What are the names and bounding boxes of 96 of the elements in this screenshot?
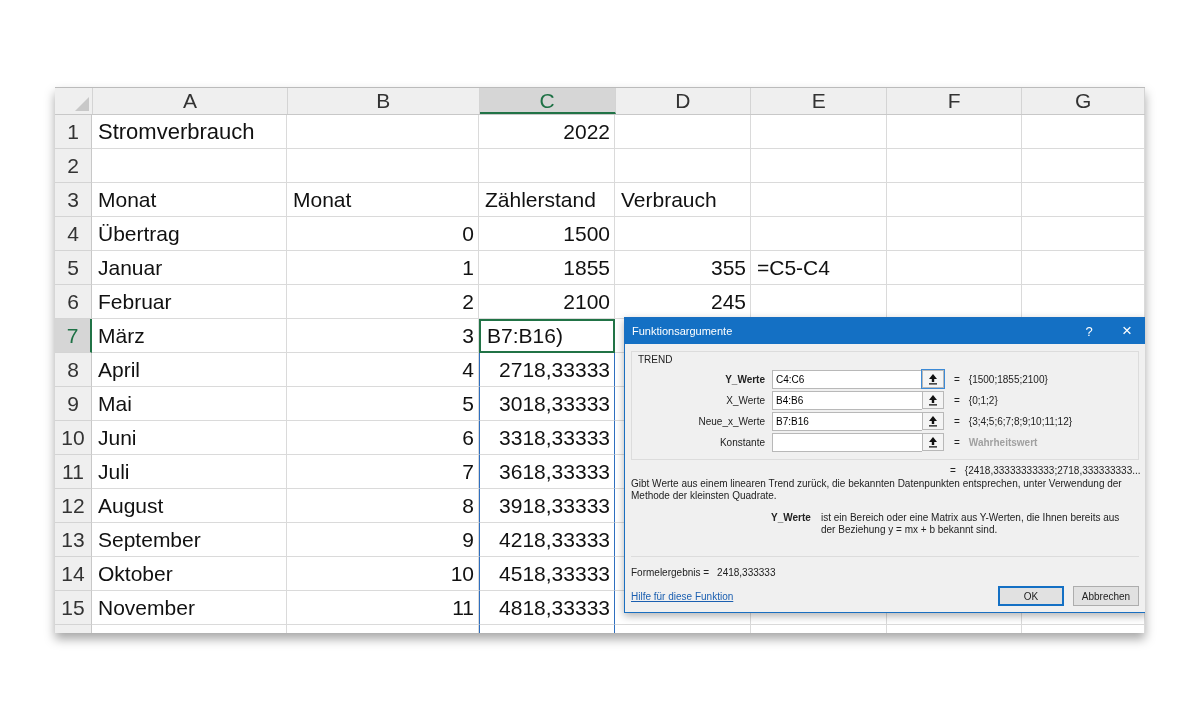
table-cell: 3318,33333: [479, 421, 615, 455]
table-cell: 0: [287, 217, 479, 251]
row-header[interactable]: 2: [55, 149, 92, 183]
column-header[interactable]: F: [887, 88, 1023, 114]
row-header[interactable]: 12: [55, 489, 92, 523]
table-cell: =C5-C4: [751, 251, 887, 285]
table-cell: Oktober: [92, 557, 287, 591]
argument-result: {3;4;5;6;7;8;9;10;11;12}: [968, 416, 1073, 427]
table-cell: 8: [287, 489, 479, 523]
table-cell: April: [92, 353, 287, 387]
row-header[interactable]: 7: [55, 319, 92, 353]
table-cell: Monat: [92, 183, 287, 217]
equals-sign: =: [954, 437, 960, 448]
table-cell: 2022: [479, 115, 615, 149]
row-header[interactable]: 15: [55, 591, 92, 625]
table-cell: Januar: [92, 251, 287, 285]
table-cell: Juni: [92, 421, 287, 455]
row-header[interactable]: 9: [55, 387, 92, 421]
table-cell: Übertrag: [92, 217, 287, 251]
table-cell: 355: [615, 251, 751, 285]
column-header[interactable]: B: [287, 88, 480, 114]
ok-button[interactable]: OK: [998, 586, 1064, 606]
argument-field[interactable]: [772, 433, 922, 452]
row-header[interactable]: 4: [55, 217, 92, 251]
table-cell: November: [92, 591, 287, 625]
table-cell: 2718,33333: [479, 353, 615, 387]
argument-type-hint: Wahrheitswert: [968, 437, 1038, 448]
table-cell: 7: [287, 455, 479, 489]
argument-label: Konstante: [718, 437, 766, 448]
table-cell: März: [92, 319, 287, 353]
table-cell: August: [92, 489, 287, 523]
column-header[interactable]: G: [1022, 88, 1145, 114]
row-header[interactable]: 10: [55, 421, 92, 455]
row-header[interactable]: 14: [55, 557, 92, 591]
table-cell: 9: [287, 523, 479, 557]
table-cell: 2100: [479, 285, 615, 319]
table-cell: Zählerstand: [479, 183, 615, 217]
function-name: TREND: [638, 354, 674, 365]
help-button[interactable]: ?: [1070, 318, 1108, 344]
equals-sign: =: [950, 465, 956, 476]
row-header[interactable]: 3: [55, 183, 92, 217]
row-header[interactable]: 8: [55, 353, 92, 387]
table-cell: 3018,33333: [479, 387, 615, 421]
table-cell: 4: [287, 353, 479, 387]
table-cell: 6: [287, 421, 479, 455]
table-cell: 3: [287, 319, 479, 353]
equals-sign: =: [954, 395, 960, 406]
row-header[interactable]: 11: [55, 455, 92, 489]
table-cell: 4818,33333: [479, 591, 615, 625]
argument-result: {1500;1855;2100}: [968, 374, 1048, 385]
argument-help-text: ist ein Bereich oder eine Matrix aus Y-Werten, die Ihnen bereits aus der Beziehung y = mx + b bekannt sind.: [821, 512, 1121, 536]
function-description: Gibt Werte aus einem linearen Trend zurück, die bekannten Datenpunkten entsprechen, unter Verwendung der Methode der kleinsten Quadrate.: [631, 478, 1123, 502]
row-header[interactable]: 1: [55, 115, 92, 149]
argument-label: Neue_x_Werte: [697, 416, 766, 427]
table-cell: 1: [287, 251, 479, 285]
function-result: {2418,33333333333;2718,333333333...: [964, 465, 1141, 476]
table-cell: 1500: [479, 217, 615, 251]
table-cell: 11: [287, 591, 479, 625]
column-header[interactable]: C: [479, 88, 616, 114]
table-cell: 2: [287, 285, 479, 319]
table-cell: Juli: [92, 455, 287, 489]
table-cell: Februar: [92, 285, 287, 319]
dialog-title: Funktionsargumente: [631, 325, 734, 337]
argument-field[interactable]: B4:B6: [772, 391, 922, 410]
argument-help-name: Y_Werte: [771, 512, 812, 525]
argument-result: {0;1;2}: [968, 395, 998, 406]
table-cell: Stromverbrauch: [92, 115, 287, 149]
formula-result-label: Formelergebnis =: [631, 567, 710, 578]
row-header[interactable]: 13: [55, 523, 92, 557]
argument-field[interactable]: C4:C6: [772, 370, 922, 389]
table-cell: 3918,33333: [479, 489, 615, 523]
table-cell: Mai: [92, 387, 287, 421]
table-cell: 5: [287, 387, 479, 421]
table-cell: 10: [287, 557, 479, 591]
table-cell: B7:B16): [479, 319, 615, 353]
row-header[interactable]: 5: [55, 251, 92, 285]
table-cell: Monat: [287, 183, 479, 217]
table-cell: 1855: [479, 251, 615, 285]
close-button[interactable]: ×: [1108, 318, 1145, 344]
table-cell: Verbrauch: [615, 183, 751, 217]
column-header[interactable]: A: [92, 88, 288, 114]
equals-sign: =: [954, 416, 960, 427]
column-header[interactable]: E: [751, 88, 888, 114]
equals-sign: =: [954, 374, 960, 385]
table-cell: 4218,33333: [479, 523, 615, 557]
cancel-button[interactable]: Abbrechen: [1073, 586, 1139, 606]
argument-label: Y_Werte: [724, 374, 766, 385]
formula-result-value: 2418,333333: [717, 567, 776, 578]
column-header[interactable]: D: [615, 88, 752, 114]
table-cell: 3618,33333: [479, 455, 615, 489]
help-link[interactable]: Hilfe für diese Funktion: [631, 590, 734, 602]
row-header[interactable]: 6: [55, 285, 92, 319]
argument-field[interactable]: B7:B16: [772, 412, 922, 431]
argument-label: X_Werte: [725, 395, 766, 406]
table-cell: 4518,33333: [479, 557, 615, 591]
table-cell: September: [92, 523, 287, 557]
